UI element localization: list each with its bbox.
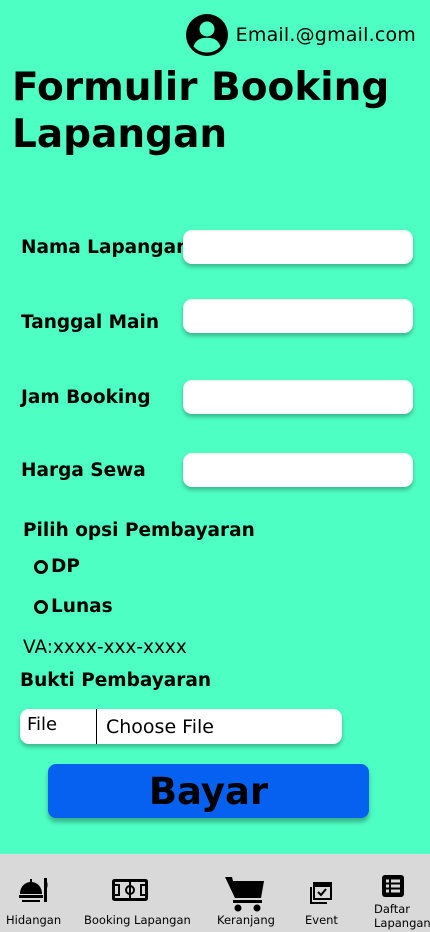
cart-icon [225, 877, 264, 912]
nav-label-event: Event [305, 913, 338, 927]
tanggal-main-label: Tanggal Main [21, 312, 160, 333]
account-circle-icon[interactable] [184, 12, 230, 58]
pay-button[interactable]: Bayar [48, 764, 369, 818]
nav-item-keranjang[interactable]: Keranjang [210, 854, 280, 932]
list-icon [382, 875, 404, 897]
payment-options-label: Pilih opsi Pembayaran [23, 520, 255, 541]
harga-sewa-input[interactable] [183, 453, 413, 487]
radio-button-icon[interactable] [34, 559, 48, 574]
bottom-nav: Hidangan Booking Lapangan Keranjang Even… [0, 854, 430, 932]
nav-item-booking-lapangan[interactable]: Booking Lapangan [80, 854, 195, 932]
jam-booking-input[interactable] [183, 380, 413, 414]
choose-file-button[interactable]: Choose File [97, 716, 214, 738]
nav-item-daftar-lapangan[interactable]: Daftar Lapangan [360, 854, 430, 932]
nav-label-booking-lapangan: Booking Lapangan [84, 913, 191, 927]
radio-label-lunas: Lunas [51, 596, 113, 617]
page-title: Formulir Booking Lapangan [12, 65, 390, 157]
nav-item-event[interactable]: Event [298, 854, 344, 932]
nama-lapangan-input[interactable] [183, 230, 413, 264]
radio-option-dp[interactable]: DP [34, 556, 80, 577]
jam-booking-label: Jam Booking [21, 387, 151, 408]
tanggal-main-input[interactable] [183, 299, 413, 333]
payment-proof-label: Bukti Pembayaran [20, 670, 212, 691]
virtual-account-number: VA:xxxx-xxx-xxxx [23, 637, 187, 658]
header: Email.@gmail.com [184, 12, 416, 58]
event-calendar-icon [310, 882, 332, 904]
radio-button-icon[interactable] [34, 599, 48, 614]
radio-label-dp: DP [51, 556, 80, 577]
nav-item-hidangan[interactable]: Hidangan [0, 854, 66, 932]
nav-label-keranjang: Keranjang [217, 913, 275, 927]
nav-label-hidangan: Hidangan [6, 913, 62, 927]
nav-label-daftar-lapangan: Daftar Lapangan [374, 902, 430, 930]
radio-option-lunas[interactable]: Lunas [34, 596, 113, 617]
harga-sewa-label: Harga Sewa [21, 460, 146, 481]
dining-icon [19, 878, 48, 902]
file-upload-input[interactable]: File Choose File [20, 709, 342, 744]
nama-lapangan-label: Nama Lapangan [21, 237, 190, 258]
file-tag-label: File [27, 714, 58, 735]
user-email: Email.@gmail.com [235, 24, 416, 46]
stadium-icon [112, 879, 148, 901]
